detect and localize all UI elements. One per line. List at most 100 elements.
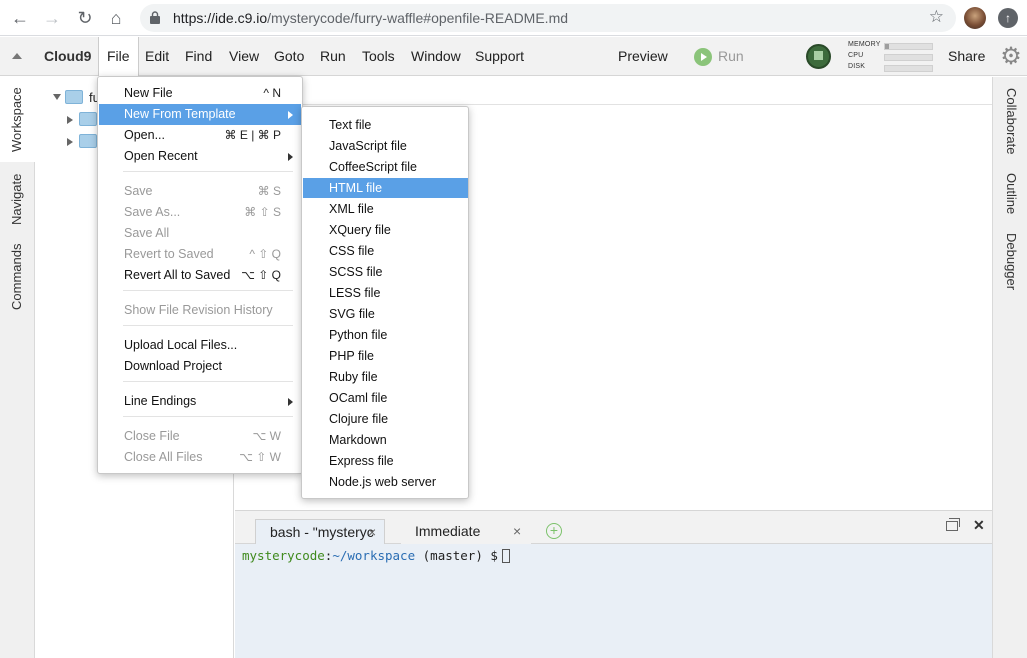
profile-avatar[interactable]	[964, 7, 986, 29]
template-item-clojure-file[interactable]: Clojure file	[303, 409, 468, 429]
extension-icon[interactable]: ↑	[998, 8, 1018, 28]
close-icon[interactable]: ×	[513, 519, 521, 544]
file-menu-item-save-all[interactable]: Save All	[99, 223, 301, 244]
file-menu-item-save[interactable]: Save ⌘ S	[99, 181, 301, 202]
file-menu-item-show-file-revision-history[interactable]: Show File Revision History	[99, 300, 301, 321]
home-icon[interactable]: ⌂	[104, 6, 128, 30]
menu-tools[interactable]: Tools	[354, 37, 403, 76]
menu-edit[interactable]: Edit	[137, 37, 177, 76]
tab-bash[interactable]: bash - "mysteryc ×	[255, 519, 385, 544]
file-menu-item-close-all-files[interactable]: Close All Files ⌥ ⇧ W	[99, 447, 301, 468]
address-bar[interactable]: https://ide.c9.io/mysterycode/furry-waff…	[140, 4, 956, 32]
template-submenu: Text file JavaScript file CoffeeScript fil…	[301, 106, 469, 499]
tab-debugger[interactable]: Debugger	[993, 229, 1027, 295]
template-item-less-file[interactable]: LESS file	[303, 283, 468, 303]
menu-file[interactable]: File	[98, 37, 139, 76]
shortcut-label: ⌘ ⇧ S	[244, 205, 281, 219]
menu-support[interactable]: Support	[467, 37, 532, 76]
share-button[interactable]: Share	[948, 37, 985, 76]
file-menu: New File ^ N New From Template Open... ⌘ E |…	[97, 76, 303, 474]
template-item-xml-file[interactable]: XML file	[303, 199, 468, 219]
menu-run[interactable]: Run	[312, 37, 354, 76]
template-item-html-file[interactable]: HTML file	[303, 178, 468, 198]
menu-find[interactable]: Find	[177, 37, 220, 76]
terminal-panel: bash - "mysteryc × Immediate × + ✕ myste…	[235, 510, 992, 658]
user-avatar[interactable]	[806, 44, 831, 69]
terminal-prompt[interactable]: mysterycode:~/workspace (master) $	[242, 548, 510, 563]
shortcut-label: ⌘ E | ⌘ P	[224, 128, 281, 142]
editor-tab-bar	[235, 77, 992, 105]
back-arrow-icon[interactable]: ←	[8, 6, 32, 30]
template-item-scss-file[interactable]: SCSS file	[303, 262, 468, 282]
template-item-ruby-file[interactable]: Ruby file	[303, 367, 468, 387]
bookmark-star-icon[interactable]: ☆	[929, 7, 944, 27]
file-menu-item-close-file[interactable]: Close File ⌥ W	[99, 426, 301, 447]
tab-navigate[interactable]: Navigate	[0, 165, 35, 233]
file-menu-item-revert-to-saved[interactable]: Revert to Saved ^ ⇧ Q	[99, 244, 301, 265]
template-item-markdown[interactable]: Markdown	[303, 430, 468, 450]
reload-icon[interactable]: ↻	[73, 6, 97, 30]
run-label: Run	[718, 48, 744, 64]
terminal-tab-bar: bash - "mysteryc × Immediate × + ✕	[235, 511, 992, 544]
preview-button[interactable]: Preview	[618, 37, 668, 76]
left-panel-tabs: Workspace Navigate Commands	[0, 77, 35, 658]
menu-window[interactable]: Window	[403, 37, 469, 76]
run-button[interactable]: Run	[694, 37, 744, 76]
resource-stats[interactable]: MEMORY CPU DISK	[848, 41, 938, 74]
folder-icon	[79, 112, 97, 126]
template-item-php-file[interactable]: PHP file	[303, 346, 468, 366]
menu-separator	[123, 381, 293, 382]
template-item-xquery-file[interactable]: XQuery file	[303, 220, 468, 240]
menu-view[interactable]: View	[221, 37, 267, 76]
submenu-arrow-icon	[288, 111, 293, 119]
shortcut-label: ^ ⇧ Q	[249, 247, 281, 261]
file-menu-item-line-endings[interactable]: Line Endings	[99, 391, 301, 412]
submenu-arrow-icon	[288, 398, 293, 406]
shortcut-label: ⌥ ⇧ W	[239, 450, 281, 464]
template-item-node-js-web-server[interactable]: Node.js web server	[303, 472, 468, 492]
play-icon	[694, 48, 712, 67]
tab-commands[interactable]: Commands	[0, 237, 35, 317]
brand-menu[interactable]: Cloud9	[44, 37, 91, 76]
template-item-css-file[interactable]: CSS file	[303, 241, 468, 261]
expand-arrow-icon[interactable]	[53, 94, 61, 100]
template-item-express-file[interactable]: Express file	[303, 451, 468, 471]
file-menu-item-new-from-template[interactable]: New From Template	[99, 104, 301, 125]
cpu-stat: CPU	[848, 52, 938, 63]
gear-icon[interactable]: ⚙	[998, 44, 1024, 70]
shortcut-label: ⌥ ⇧ Q	[241, 268, 281, 282]
folder-icon	[79, 134, 97, 148]
tab-immediate[interactable]: Immediate ×	[401, 519, 531, 544]
menu-goto[interactable]: Goto	[266, 37, 312, 76]
file-menu-item-open-recent[interactable]: Open Recent	[99, 146, 301, 167]
template-item-text-file[interactable]: Text file	[303, 115, 468, 135]
menu-separator	[123, 171, 293, 172]
forward-arrow-icon[interactable]: →	[40, 6, 64, 30]
template-item-python-file[interactable]: Python file	[303, 325, 468, 345]
template-item-coffeescript-file[interactable]: CoffeeScript file	[303, 157, 468, 177]
template-item-javascript-file[interactable]: JavaScript file	[303, 136, 468, 156]
tab-outline[interactable]: Outline	[993, 169, 1027, 219]
right-panel-tabs: Collaborate Outline Debugger	[992, 77, 1027, 658]
shortcut-label: ^ N	[263, 86, 281, 100]
tab-immediate-label: Immediate	[415, 523, 481, 539]
file-menu-item-save-as[interactable]: Save As... ⌘ ⇧ S	[99, 202, 301, 223]
file-menu-item-open[interactable]: Open... ⌘ E | ⌘ P	[99, 125, 301, 146]
submenu-arrow-icon	[288, 153, 293, 161]
collapse-menubar-icon[interactable]	[12, 53, 22, 59]
file-menu-item-new-file[interactable]: New File ^ N	[99, 83, 301, 104]
add-tab-icon[interactable]: +	[546, 523, 562, 539]
collapse-arrow-icon[interactable]	[67, 138, 73, 146]
tab-workspace[interactable]: Workspace	[0, 77, 35, 162]
template-item-svg-file[interactable]: SVG file	[303, 304, 468, 324]
file-menu-item-upload-local-files[interactable]: Upload Local Files...	[99, 335, 301, 356]
file-menu-item-download-project[interactable]: Download Project	[99, 356, 301, 377]
tab-collaborate[interactable]: Collaborate	[993, 81, 1027, 161]
template-item-ocaml-file[interactable]: OCaml file	[303, 388, 468, 408]
file-menu-item-revert-all-to-saved[interactable]: Revert All to Saved ⌥ ⇧ Q	[99, 265, 301, 286]
lock-icon	[150, 11, 160, 24]
maximize-icon[interactable]	[946, 518, 960, 531]
close-panel-icon[interactable]: ✕	[973, 517, 985, 534]
close-icon[interactable]: ×	[368, 520, 376, 545]
collapse-arrow-icon[interactable]	[67, 116, 73, 124]
